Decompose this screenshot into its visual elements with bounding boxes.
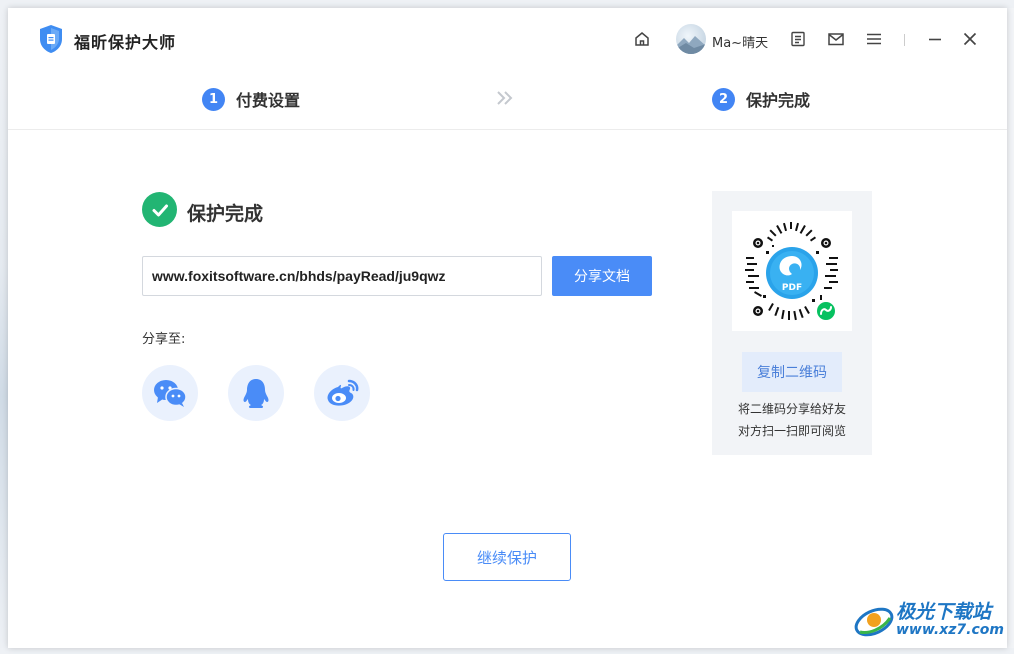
qr-hint-line-1: 将二维码分享给好友 bbox=[737, 402, 846, 416]
weibo-icon bbox=[327, 379, 359, 406]
app-title: 福昕保护大师 bbox=[74, 33, 177, 52]
home-icon[interactable] bbox=[633, 30, 651, 48]
watermark-logo-icon bbox=[854, 607, 894, 637]
success-check-icon bbox=[142, 192, 177, 227]
mail-icon[interactable] bbox=[827, 30, 845, 48]
result-title: 保护完成 bbox=[187, 203, 264, 225]
menu-icon[interactable] bbox=[865, 30, 883, 48]
username[interactable]: Ma~晴天 bbox=[712, 32, 768, 51]
watermark: 极光下载站 www.xz7.com bbox=[852, 600, 1004, 640]
desktop-background-left bbox=[0, 8, 8, 654]
title-bar: 福昕保护大师 Ma~晴天 bbox=[8, 8, 1007, 70]
app-window: 福昕保护大师 Ma~晴天 1 付费设置 2 保护完成 保护完成 www.foxi… bbox=[8, 8, 1007, 648]
qq-icon bbox=[243, 379, 269, 408]
close-icon[interactable] bbox=[961, 30, 979, 48]
step-indicator: 1 付费设置 2 保护完成 bbox=[8, 70, 1007, 130]
desktop-background-bottom bbox=[0, 648, 1014, 654]
step-number: 1 bbox=[202, 87, 225, 111]
app-logo-icon bbox=[40, 25, 62, 53]
watermark-url: www.xz7.com bbox=[896, 622, 1004, 638]
watermark-title: 极光下载站 bbox=[896, 601, 992, 623]
titlebar-divider bbox=[904, 34, 905, 46]
wechat-share-button[interactable] bbox=[142, 365, 198, 421]
step-number: 2 bbox=[712, 87, 735, 111]
share-url-field[interactable]: www.foxitsoftware.cn/bhds/payRead/ju9qwz bbox=[142, 256, 542, 296]
qr-hint-line-2: 对方扫一扫即可阅览 bbox=[737, 424, 846, 438]
qr-center-label: PDF bbox=[782, 283, 802, 293]
step-label: 保护完成 bbox=[746, 91, 811, 110]
weibo-share-button[interactable] bbox=[314, 365, 370, 421]
minimize-icon[interactable] bbox=[926, 30, 944, 48]
clipboard-icon[interactable] bbox=[789, 30, 807, 48]
step-arrow-icon bbox=[495, 88, 515, 113]
qr-panel: PDF 复制二维码 将二维码分享给好友 对方扫一扫即可阅览 bbox=[712, 191, 872, 455]
wechat-icon bbox=[154, 380, 187, 407]
desktop-background-right bbox=[1007, 8, 1014, 654]
copy-qr-button[interactable]: 复制二维码 bbox=[742, 352, 842, 392]
continue-protect-button[interactable]: 继续保护 bbox=[443, 533, 571, 581]
step-2: 2 保护完成 bbox=[712, 87, 810, 111]
qr-code: PDF bbox=[732, 211, 852, 331]
step-1: 1 付费设置 bbox=[202, 87, 300, 111]
share-to-label: 分享至: bbox=[142, 332, 186, 347]
step-label: 付费设置 bbox=[236, 91, 301, 110]
qq-share-button[interactable] bbox=[228, 365, 284, 421]
avatar[interactable] bbox=[676, 24, 706, 54]
share-document-button[interactable]: 分享文档 bbox=[552, 256, 652, 296]
desktop-background-top bbox=[0, 0, 1014, 8]
